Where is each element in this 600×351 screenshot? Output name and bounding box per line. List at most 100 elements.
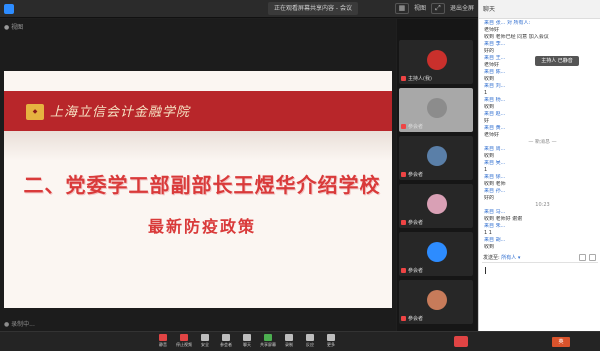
chat-sender: 来自 吴... — [484, 160, 506, 166]
stage-bottom-label: ● 录制中... — [4, 321, 35, 328]
slide-shade — [4, 131, 392, 161]
view-icon[interactable]: ▦ — [394, 3, 409, 14]
chat-message: 收到 老师 — [484, 181, 506, 187]
toolbar-item[interactable]: 静音 — [152, 334, 174, 348]
participant-tile[interactable]: 参会者 — [399, 280, 473, 324]
toolbar-icon — [180, 334, 188, 341]
chat-message: 收到 老师好 谢谢 — [484, 216, 523, 222]
chat-sender: 来自 马... — [484, 209, 506, 215]
participant-tile[interactable]: 参会者 — [399, 136, 473, 180]
toolbar-item[interactable]: 录制 — [278, 334, 300, 348]
toolbar-icon — [327, 334, 335, 341]
participant-name: 主持人(我) — [401, 75, 432, 82]
toolbar-item[interactable]: 反应 — [299, 334, 321, 348]
meeting-window: 正在观看屏幕共享内容 - 会议 ▦ 视图 ⤢ 退出全屏 ● 视图 ◆ 上海立信会… — [0, 0, 600, 351]
toolbar-item[interactable]: 共享屏幕 — [257, 334, 279, 348]
toolbar-label: 停止视频 — [176, 342, 192, 347]
muted-mic-icon — [401, 76, 406, 81]
exit-fullscreen-button[interactable]: 退出全屏 — [450, 3, 474, 14]
avatar — [427, 290, 447, 310]
chat-sender: 来自 张... 对 所有人: — [484, 20, 531, 26]
chat-recipient: 发送至: 所有人 ▾ — [483, 254, 520, 261]
participant-name-text: 参会者 — [408, 220, 424, 226]
toolbar-label: 安全 — [201, 342, 209, 347]
toolbar-icon — [285, 334, 293, 341]
participant-tile[interactable]: 参会者 — [399, 88, 473, 132]
muted-mic-icon — [401, 268, 406, 273]
avatar — [427, 50, 447, 70]
toolbar-label: 共享屏幕 — [260, 342, 276, 347]
chat-message: 老师好 — [484, 132, 500, 138]
toolbar-icon — [222, 334, 230, 341]
muted-mic-icon — [401, 124, 406, 129]
chat-message: 收到 — [484, 104, 495, 110]
chat-sender: 来自 徐... — [484, 174, 506, 180]
toolbar-item[interactable]: 参会者 — [215, 334, 237, 348]
chat-message: 收到 — [484, 153, 495, 159]
titlebar-controls: ▦ 视图 ⤢ 退出全屏 — [394, 3, 474, 14]
chat-system-note: — 新消息 — — [528, 139, 557, 145]
chat-sender: 来自 胡... — [484, 237, 506, 243]
chat-message: 好的 — [484, 195, 495, 201]
input-method-badge: 英 — [552, 337, 570, 347]
chat-message: 1 1 — [484, 230, 492, 236]
meeting-toolbar: 英 静音 停止视频 安全 参会者 聊天 共享屏幕 录制 反应 更多 — [0, 331, 600, 351]
toolbar-label: 反应 — [306, 342, 314, 347]
toolbar-icon — [264, 334, 272, 341]
participant-name: 参会者 — [401, 315, 423, 322]
chat-message: 老师好 — [484, 27, 500, 33]
toolbar-icon — [159, 334, 167, 341]
toolbar-label: 静音 — [159, 342, 167, 347]
avatar — [427, 242, 447, 262]
fullscreen-icon[interactable]: ⤢ — [430, 3, 445, 14]
participant-name: 参会者 — [401, 171, 423, 178]
chat-sender: 来自 朱... — [484, 223, 506, 229]
chat-sender: 来自 孙... — [484, 188, 506, 194]
notification-popup: 主持人 已静音 — [535, 56, 579, 66]
participant-tile[interactable]: 参会者 — [399, 232, 473, 276]
more-icon[interactable] — [589, 254, 596, 261]
participant-name: 参会者 — [401, 219, 423, 226]
toolbar-label: 更多 — [327, 342, 335, 347]
stage-top-label: ● 视图 — [4, 24, 24, 31]
school-logo-icon: ◆ — [26, 104, 44, 120]
app-logo-icon — [4, 4, 14, 14]
chat-sender: 来自 李... — [484, 41, 506, 47]
chat-message: 收到 — [484, 76, 495, 82]
chat-input[interactable] — [482, 262, 598, 322]
toolbar-item[interactable]: 安全 — [194, 334, 216, 348]
chat-message: 好的 — [484, 48, 495, 54]
toolbar-item[interactable]: 更多 — [320, 334, 342, 348]
chat-message: 收到 老师已经 同意 加入会议 — [484, 34, 549, 40]
chat-tools — [579, 254, 596, 261]
chat-panel: 聊天 来自 张... 对 所有人: 老师好 收到 老师已经 同意 加入会议 来自 李.… — [478, 0, 600, 331]
text-cursor — [485, 267, 486, 274]
end-meeting-button[interactable] — [454, 336, 468, 347]
toolbar-label: 聊天 — [243, 342, 251, 347]
toolbar-label: 参会者 — [220, 342, 232, 347]
participant-name-text: 参会者 — [408, 124, 424, 130]
participant-tile[interactable]: 参会者 — [399, 184, 473, 228]
participant-tile[interactable]: 主持人(我) — [399, 40, 473, 84]
toolbar-icon — [201, 334, 209, 341]
muted-mic-icon — [401, 220, 406, 225]
chat-sender: 来自 黄... — [484, 125, 506, 131]
view-button[interactable]: 视图 — [414, 3, 426, 14]
chat-recipient-dropdown[interactable]: 所有人 ▾ — [501, 255, 520, 261]
participant-name-text: 参会者 — [408, 268, 424, 274]
presentation-slide: ◆ 上海立信会计金融学院 二、党委学工部副部长王煜华介绍学校 最新防疫政策 — [4, 71, 392, 308]
toolbar-item[interactable]: 停止视频 — [173, 334, 195, 348]
toolbar-item[interactable]: 聊天 — [236, 334, 258, 348]
slide-school-name: 上海立信会计金融学院 — [50, 105, 191, 120]
chat-system-note: 10:23 — [535, 202, 550, 208]
file-icon[interactable] — [579, 254, 586, 261]
chat-message: 1 — [484, 90, 488, 96]
muted-mic-icon — [401, 172, 406, 177]
avatar — [427, 146, 447, 166]
chat-to-label: 发送至: — [483, 255, 500, 261]
slide-banner: ◆ 上海立信会计金融学院 — [4, 91, 392, 131]
chat-sender: 来自 赵... — [484, 111, 506, 117]
chat-message-list[interactable]: 来自 张... 对 所有人: 老师好 收到 老师已经 同意 加入会议 来自 李... 好… — [479, 20, 600, 252]
chat-sender: 来自 刘... — [484, 83, 506, 89]
avatar — [427, 194, 447, 214]
